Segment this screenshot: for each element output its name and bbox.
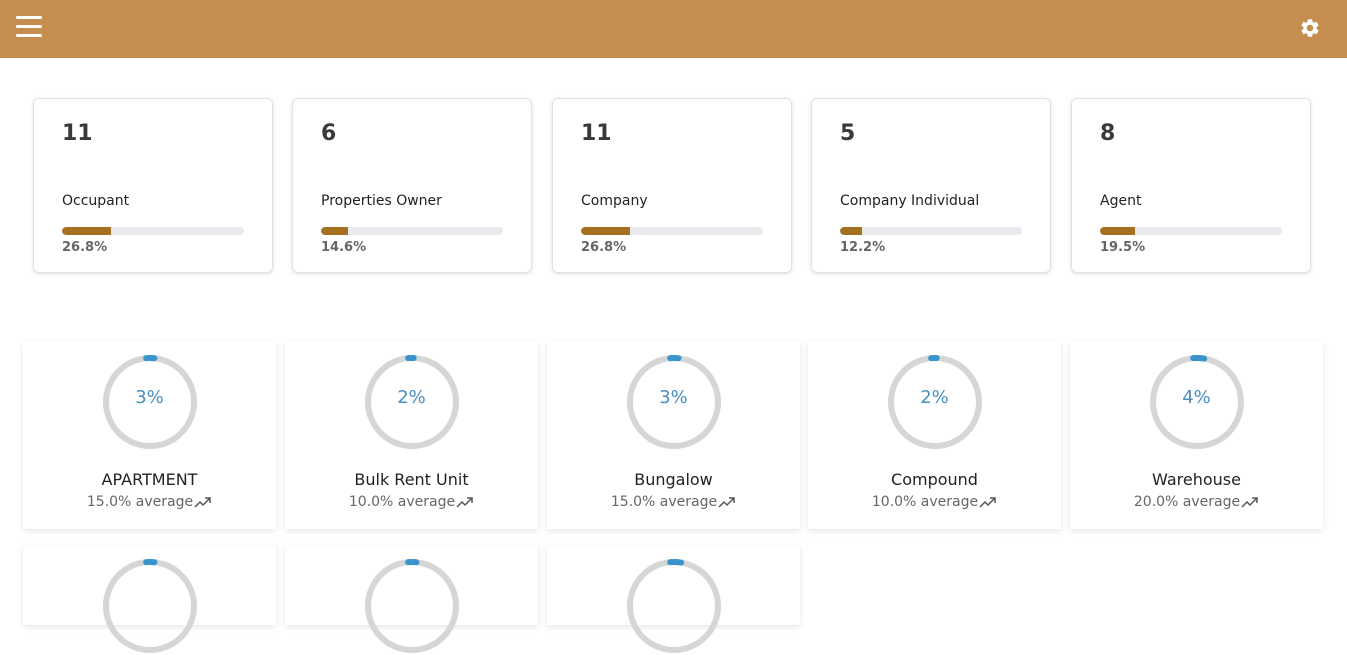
property-type-card-apartment[interactable]: 3% APARTMENT 15.0% average	[23, 341, 276, 529]
ring-track	[627, 559, 721, 653]
stat-progress-fill	[840, 227, 863, 235]
stat-count: 11	[62, 121, 93, 146]
average-text: 15.0% average	[86, 494, 194, 510]
property-type-name: Bulk Rent Unit	[354, 470, 469, 489]
ring-percent: 3%	[659, 387, 688, 408]
stat-count: 5	[840, 121, 856, 146]
property-type-average: 20.0% average	[1070, 494, 1323, 510]
ring-fill	[627, 558, 721, 653]
stat-label: Agent	[1100, 193, 1142, 209]
stat-card-properties-owner[interactable]: 6 Properties Owner 14.6%	[292, 98, 532, 273]
stat-progress-bar	[581, 227, 763, 235]
stat-percent: 26.8%	[62, 240, 108, 255]
stat-percent: 12.2%	[840, 240, 886, 255]
average-text: 10.0% average	[871, 494, 979, 510]
property-type-card[interactable]	[285, 545, 538, 653]
stat-progress-bar	[840, 227, 1022, 235]
trending-up-icon	[718, 497, 735, 508]
ring-percent: 3%	[135, 387, 164, 408]
stat-progress-bar	[1100, 227, 1282, 235]
ring-fill	[103, 558, 197, 653]
stat-label: Occupant	[62, 193, 130, 209]
stat-progress-fill	[1100, 227, 1136, 235]
ring-track	[103, 559, 197, 653]
stat-progress-bar	[62, 227, 244, 235]
stat-label: Company Individual	[840, 193, 980, 209]
stat-progress-fill	[321, 227, 348, 235]
ring-fill	[365, 558, 459, 653]
top-app-bar	[0, 0, 1347, 58]
ring-percent: 2%	[397, 387, 426, 408]
stat-card-occupant[interactable]: 11 Occupant 26.8%	[33, 98, 273, 273]
stat-card-agent[interactable]: 8 Agent 19.5%	[1071, 98, 1311, 273]
progress-ring	[103, 558, 197, 653]
property-type-name: Warehouse	[1152, 470, 1241, 489]
stat-label: Properties Owner	[321, 193, 442, 209]
stat-count: 11	[581, 121, 612, 146]
hamburger-menu-icon[interactable]	[16, 15, 42, 39]
ring-percent: 2%	[920, 387, 949, 408]
stat-progress-bar	[321, 227, 503, 235]
property-type-card[interactable]	[547, 545, 800, 653]
stat-percent: 14.6%	[321, 240, 367, 255]
property-type-card-compound[interactable]: 2% Compound 10.0% average	[808, 341, 1061, 529]
property-type-average: 10.0% average	[808, 494, 1061, 510]
property-type-average: 10.0% average	[285, 494, 538, 510]
property-type-average: 15.0% average	[547, 494, 800, 510]
trending-up-icon	[979, 497, 996, 508]
ring-track	[365, 559, 459, 653]
property-type-card-warehouse[interactable]: 4% Warehouse 20.0% average	[1070, 341, 1323, 529]
property-type-name: Bungalow	[634, 470, 713, 489]
stat-card-company[interactable]: 11 Company 26.8%	[552, 98, 792, 273]
average-text: 10.0% average	[348, 494, 456, 510]
stat-count: 6	[321, 121, 337, 146]
property-type-card[interactable]	[23, 545, 276, 653]
trending-up-icon	[194, 497, 211, 508]
property-type-name: APARTMENT	[101, 470, 198, 489]
stat-percent: 19.5%	[1100, 240, 1146, 255]
ring-percent: 4%	[1182, 387, 1211, 408]
property-type-card-bulk-rent-unit[interactable]: 2% Bulk Rent Unit 10.0% average	[285, 341, 538, 529]
property-type-average: 15.0% average	[23, 494, 276, 510]
stat-progress-fill	[62, 227, 111, 235]
stat-count: 8	[1100, 121, 1116, 146]
gear-icon[interactable]	[1299, 17, 1321, 39]
stat-progress-fill	[581, 227, 630, 235]
stat-percent: 26.8%	[581, 240, 627, 255]
progress-ring	[365, 558, 459, 653]
progress-ring	[627, 558, 721, 653]
average-text: 15.0% average	[610, 494, 718, 510]
property-type-card-bungalow[interactable]: 3% Bungalow 15.0% average	[547, 341, 800, 529]
trending-up-icon	[1241, 497, 1258, 508]
average-text: 20.0% average	[1133, 494, 1241, 510]
trending-up-icon	[456, 497, 473, 508]
property-type-name: Compound	[891, 470, 978, 489]
stat-card-company-individual[interactable]: 5 Company Individual 12.2%	[811, 98, 1051, 273]
stat-label: Company	[581, 193, 648, 209]
